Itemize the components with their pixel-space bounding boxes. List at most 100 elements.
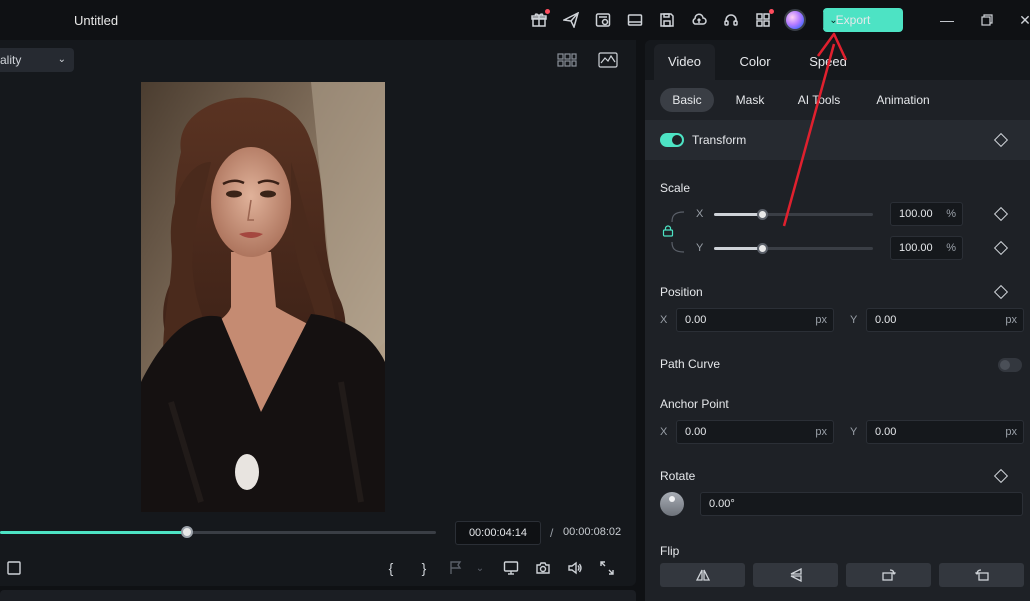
apps-icon[interactable] [753, 9, 774, 30]
flip-horizontal-icon [695, 569, 710, 581]
scale-x-unit: % [946, 208, 956, 220]
quality-label: ality [0, 53, 22, 67]
subtab-animation[interactable]: Animation [867, 88, 939, 112]
flip-horizontal-button[interactable] [660, 563, 745, 587]
timeline-edge [0, 590, 636, 601]
scale-y-label: Y [696, 242, 704, 254]
position-y-unit: px [1005, 314, 1017, 326]
anchor-x-label: X [660, 426, 668, 438]
preview-panel: ality ⌄ 00:00:04:14 / 00:00:08:02 {} ⌄ [0, 40, 636, 586]
subtab-basic[interactable]: Basic [660, 88, 714, 112]
scale-x-fill [714, 213, 762, 216]
video-preview[interactable] [141, 82, 385, 512]
scale-y-handle[interactable] [756, 243, 768, 254]
avatar[interactable] [784, 9, 806, 31]
keyframe-diamond-icon[interactable] [993, 240, 1009, 256]
subtab-ai-tools[interactable]: AI Tools [788, 88, 850, 112]
anchor-x-value: 0.00 [685, 426, 707, 438]
transform-label: Transform [692, 133, 747, 147]
transform-toggle[interactable] [660, 133, 684, 147]
fullscreen-icon[interactable] [597, 558, 617, 578]
tab-video[interactable]: Video [654, 44, 715, 80]
main-tabs: Video Color Speed [645, 40, 1030, 80]
minimize-icon[interactable]: — [938, 11, 956, 29]
anchor-x-unit: px [815, 426, 827, 438]
playback-scrubber[interactable] [0, 526, 436, 538]
flip-label: Flip [660, 544, 680, 558]
rotate-clockwise-button[interactable] [846, 563, 931, 587]
send-icon[interactable] [561, 10, 581, 30]
anchor-y-unit: px [1005, 426, 1017, 438]
scale-y-fill [714, 247, 762, 250]
mark-in-icon[interactable]: { [381, 558, 401, 578]
scale-x-slider[interactable] [714, 209, 873, 220]
waveform-icon[interactable] [598, 52, 618, 68]
scale-y-unit: % [946, 242, 956, 254]
rotate-clockwise-icon [881, 569, 896, 581]
mark-out-icon[interactable]: } [414, 558, 434, 578]
gift-icon[interactable] [529, 9, 550, 30]
transform-section-header: Transform [645, 120, 1030, 160]
rotate-value: 0.00° [709, 498, 735, 510]
current-time[interactable]: 00:00:04:14 [455, 521, 541, 545]
flip-vertical-button[interactable] [753, 563, 838, 587]
project-title: Untitled [74, 13, 119, 28]
properties-panel: Video Color Speed Basic Mask AI Tools An… [645, 40, 1030, 601]
rotate-dial[interactable] [660, 492, 684, 516]
flip-vertical-icon [790, 568, 802, 582]
rotate-input[interactable]: 0.00° [700, 492, 1023, 516]
chevron-down-icon[interactable]: ⌄ [470, 558, 490, 578]
stop-icon[interactable] [4, 558, 24, 578]
scale-x-handle[interactable] [756, 209, 768, 220]
total-duration: 00:00:08:02 [563, 526, 622, 538]
anchor-x-input[interactable]: 0.00 px [676, 420, 834, 444]
grid-view-icon[interactable] [557, 52, 577, 68]
scrubber-progress [0, 531, 188, 534]
position-y-input[interactable]: 0.00 px [866, 308, 1024, 332]
scale-label: Scale [660, 181, 691, 195]
position-x-value: 0.00 [685, 314, 707, 326]
volume-icon[interactable] [565, 558, 585, 578]
keyframe-diamond-icon[interactable] [993, 284, 1009, 300]
rotate-counterclockwise-button[interactable] [939, 563, 1024, 587]
path-curve-label: Path Curve [660, 357, 721, 371]
path-curve-toggle[interactable] [998, 358, 1022, 372]
cloud-upload-icon[interactable] [689, 10, 709, 30]
notification-dot [769, 9, 774, 14]
layout-icon[interactable] [625, 10, 645, 30]
tab-speed[interactable]: Speed [800, 44, 856, 80]
keyframe-diamond-icon[interactable] [993, 206, 1009, 222]
scale-x-input[interactable]: 100.00 % [890, 202, 963, 226]
scale-x-label: X [696, 208, 704, 220]
anchor-point-label: Anchor Point [660, 397, 729, 411]
headset-icon[interactable] [721, 10, 741, 30]
restore-icon[interactable] [978, 11, 996, 29]
export-button[interactable]: Export ⌄ [823, 8, 903, 32]
history-icon[interactable] [593, 10, 613, 30]
video-frame-image [141, 82, 385, 512]
quality-dropdown[interactable]: ality ⌄ [0, 48, 74, 72]
snapshot-icon[interactable] [533, 558, 553, 578]
export-label: Export [835, 13, 871, 27]
close-icon[interactable]: ✕ [1016, 11, 1030, 29]
save-icon[interactable] [657, 10, 677, 30]
position-y-label: Y [850, 314, 858, 326]
display-icon[interactable] [501, 558, 521, 578]
chevron-down-icon: ⌄ [57, 54, 66, 65]
keyframe-diamond-icon[interactable] [993, 468, 1009, 484]
anchor-y-input[interactable]: 0.00 px [866, 420, 1024, 444]
marker-icon[interactable] [446, 558, 466, 578]
time-separator: / [550, 526, 554, 540]
lock-icon[interactable] [662, 225, 674, 237]
subtab-mask[interactable]: Mask [725, 88, 775, 112]
tab-color[interactable]: Color [727, 44, 783, 80]
position-label: Position [660, 285, 703, 299]
anchor-y-value: 0.00 [875, 426, 897, 438]
anchor-y-label: Y [850, 426, 858, 438]
keyframe-diamond-icon[interactable] [993, 132, 1009, 148]
scale-y-input[interactable]: 100.00 % [890, 236, 963, 260]
scrubber-handle[interactable] [181, 526, 194, 538]
scale-x-value: 100.00 [899, 208, 933, 220]
scale-y-slider[interactable] [714, 243, 873, 254]
position-x-input[interactable]: 0.00 px [676, 308, 834, 332]
